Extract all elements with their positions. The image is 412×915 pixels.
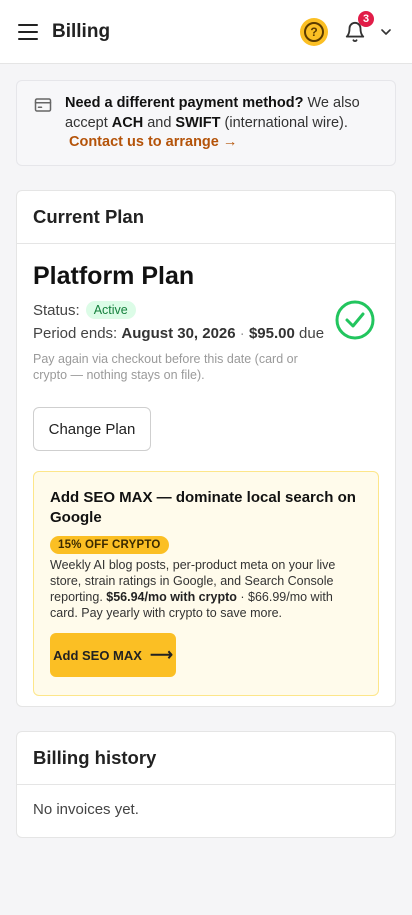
change-plan-button[interactable]: Change Plan bbox=[33, 407, 151, 451]
current-plan-card: Current Plan Platform Plan Status: Activ… bbox=[16, 190, 396, 707]
help-icon[interactable]: ? bbox=[300, 17, 328, 46]
period-separator: · bbox=[235, 325, 249, 342]
chevron-down-icon[interactable] bbox=[378, 24, 394, 40]
banner-text-3: (international wire). bbox=[220, 115, 348, 131]
banner-lead: Need a different payment method? bbox=[65, 95, 304, 111]
add-seo-max-label: Add SEO MAX bbox=[53, 647, 142, 663]
add-seo-max-button[interactable]: Add SEO MAX ⟶ bbox=[50, 633, 176, 677]
period-date: August 30, 2026 bbox=[121, 325, 236, 342]
notifications-button[interactable]: 3 bbox=[344, 10, 374, 44]
current-plan-header: Current Plan bbox=[17, 191, 395, 244]
help-glyph: ? bbox=[304, 21, 324, 42]
header-actions: ? 3 bbox=[300, 10, 394, 46]
notification-badge: 3 bbox=[358, 10, 374, 27]
seo-crypto-price: $56.94/mo with crypto bbox=[106, 590, 237, 604]
pay-note: Pay again via checkout before this date … bbox=[33, 352, 298, 382]
current-plan-body: Platform Plan Status: Active Period ends… bbox=[17, 244, 395, 696]
seo-description: Weekly AI blog posts, per-product meta o… bbox=[50, 557, 362, 621]
credit-card-icon bbox=[34, 98, 52, 112]
billing-history-empty: No invoices yet. bbox=[33, 801, 139, 818]
seo-upsell-box: Add SEO MAX — dominate local search on G… bbox=[33, 471, 379, 696]
billing-history-header: Billing history bbox=[17, 732, 395, 785]
discount-badge: 15% OFF CRYPTO bbox=[50, 536, 169, 554]
page-title: Billing bbox=[52, 20, 111, 42]
check-circle-icon bbox=[335, 300, 375, 340]
amount-due: $95.00 bbox=[248, 325, 295, 342]
period-label: Period ends: bbox=[33, 325, 118, 342]
seo-title: Add SEO MAX — dominate local search on G… bbox=[50, 489, 356, 526]
banner-ach: ACH bbox=[111, 115, 144, 131]
contact-us-link[interactable]: Contact us to arrange → bbox=[69, 134, 237, 150]
arrow-right-icon: ⟶ bbox=[149, 647, 173, 664]
banner-text: Need a different payment method? We also… bbox=[65, 93, 379, 133]
banner-text-2: and bbox=[143, 115, 176, 131]
status-badge: Active bbox=[85, 301, 136, 319]
current-plan-title: Current Plan bbox=[33, 206, 145, 227]
top-bar: Billing ? 3 bbox=[0, 0, 412, 64]
status-label: Status: bbox=[33, 301, 80, 319]
billing-history-title: Billing history bbox=[33, 747, 157, 768]
payment-method-banner: Need a different payment method? We also… bbox=[16, 80, 396, 166]
due-label: due bbox=[299, 325, 325, 342]
banner-swift: SWIFT bbox=[175, 115, 221, 131]
status-row: Status: Active bbox=[33, 299, 379, 321]
period-row: Period ends: August 30, 2026 · $95.00 du… bbox=[33, 325, 379, 347]
plan-name: Platform Plan bbox=[33, 262, 195, 290]
billing-history-card: Billing history No invoices yet. bbox=[16, 731, 396, 838]
menu-icon[interactable] bbox=[18, 23, 38, 40]
